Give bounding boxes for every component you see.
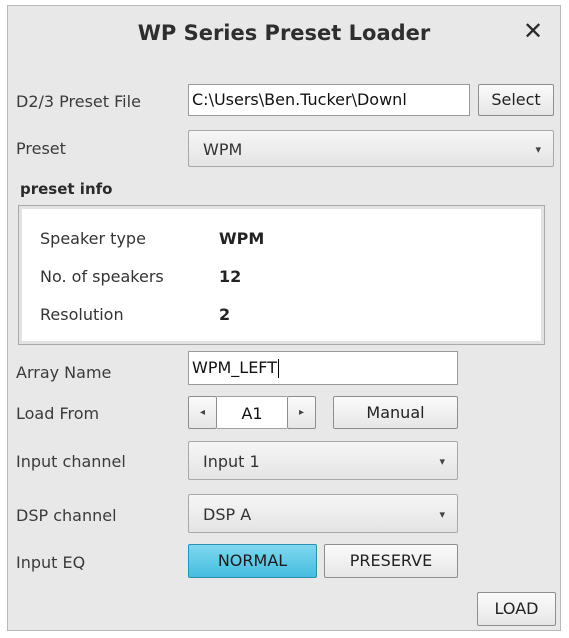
input-channel-label: Input channel [16,452,126,471]
speaker-count-value: 12 [219,267,242,286]
dsp-channel-dropdown[interactable]: DSP A ▾ [188,494,458,533]
preset-dropdown[interactable]: WPM ▾ [188,130,554,167]
load-button[interactable]: LOAD [477,592,556,626]
speaker-count-label: No. of speakers [40,267,164,286]
manual-button[interactable]: Manual [333,396,458,429]
text-caret [278,359,279,378]
speaker-type-value: WPM [219,229,265,248]
speaker-type-label: Speaker type [40,229,146,248]
preset-dropdown-value: WPM [203,140,243,159]
resolution-label: Resolution [40,305,124,324]
load-from-prev-button[interactable]: ◂ [188,396,217,429]
preset-file-label: D2/3 Preset File [16,92,141,111]
chevron-down-icon: ▾ [439,455,445,468]
preset-loader-window: WP Series Preset Loader ✕ D2/3 Preset Fi… [7,5,561,631]
resolution-value: 2 [219,305,231,324]
chevron-down-icon: ▾ [535,143,541,156]
load-from-next-button[interactable]: ▸ [287,396,316,429]
array-name-input[interactable]: WPM_LEFT [188,351,458,385]
array-name-value: WPM_LEFT [192,358,277,377]
eq-preserve-button[interactable]: PRESERVE [324,544,458,578]
select-file-button[interactable]: Select [478,84,554,116]
load-from-value: A1 [217,396,287,429]
preset-label: Preset [16,139,66,158]
dsp-channel-value: DSP A [203,505,252,524]
preset-file-path-field[interactable]: C:\Users\Ben.Tucker\Downl [188,84,470,116]
preset-info-panel: Speaker type WPM No. of speakers 12 Reso… [18,205,545,345]
chevron-down-icon: ▾ [439,508,445,521]
preset-info-caption: preset info [20,180,113,198]
input-channel-value: Input 1 [203,452,260,471]
eq-normal-button[interactable]: NORMAL [188,544,317,578]
array-name-label: Array Name [16,363,112,382]
window-title: WP Series Preset Loader [137,21,431,45]
load-from-label: Load From [16,404,100,423]
input-channel-dropdown[interactable]: Input 1 ▾ [188,441,458,480]
dsp-channel-label: DSP channel [16,506,117,525]
close-icon[interactable]: ✕ [518,16,548,46]
input-eq-label: Input EQ [16,553,86,572]
